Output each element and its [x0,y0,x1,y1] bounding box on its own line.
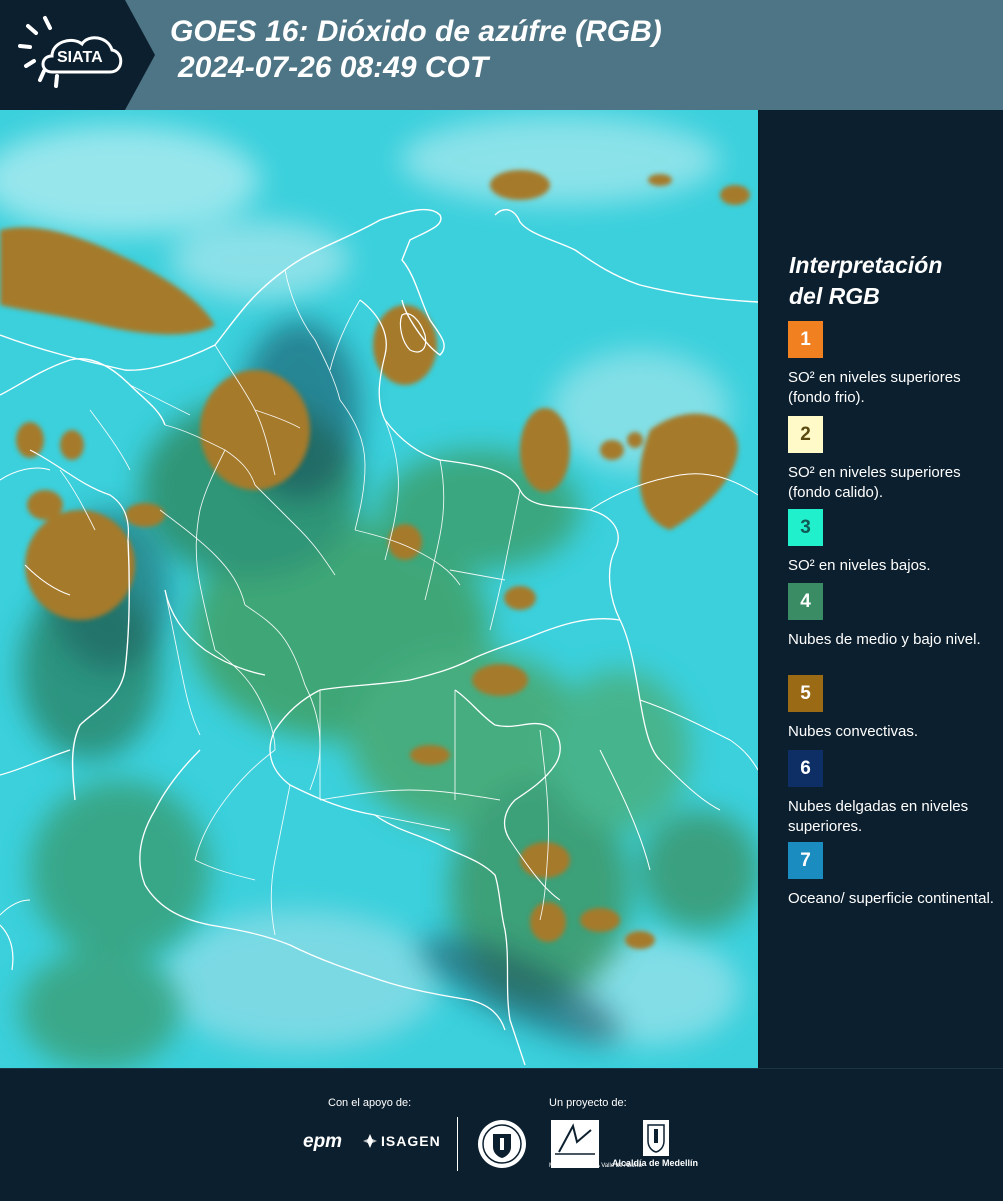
legend-swatch: 4 [788,583,823,620]
legend-label: Nubes convectivas. [788,723,919,740]
legend-swatch: 5 [788,675,823,712]
title-line2: 2024-07-26 08:49 COT [178,51,489,84]
legend-swatch: 3 [788,509,823,546]
legend-item-6: 6 Nubes delgadas en niveles superiores. [788,750,998,837]
legend-label: SO² en niveles superiores (fondo frio). [788,369,961,406]
title-line1: GOES 16: Dióxido de azúfre (RGB) [170,15,662,48]
legend-item-1: 1 SO² en niveles superiores (fondo frio)… [788,321,998,408]
legend-label: SO² en niveles bajos. [788,557,931,574]
legend-label: Nubes delgadas en niveles superiores. [788,798,969,835]
footer: Con el apoyo de: epm ISAGEN Un proyecto … [0,1068,1003,1201]
isagen-logo: ISAGEN [362,1133,441,1149]
isagen-text: ISAGEN [381,1133,441,1149]
legend-item-3: 3 SO² en niveles bajos. [788,509,998,576]
legend-label: SO² en niveles superiores (fondo calido)… [788,464,961,501]
epm-logo: epm [303,1131,343,1152]
support-label: Con el apoyo de: [328,1097,412,1109]
legend-label: Nubes de medio y bajo nivel. [788,631,981,648]
satellite-map [0,110,760,1068]
area-metropolitana-mark-icon [555,1123,595,1155]
legend-swatch: 2 [788,416,823,453]
legend-swatch: 6 [788,750,823,787]
footer-divider [457,1117,458,1171]
area-metropolitana-logo [551,1120,599,1168]
legend-item-5: 5 Nubes convectivas. [788,675,998,742]
legend-item-4: 4 Nubes de medio y bajo nivel. [788,583,998,650]
legend-item-2: 2 SO² en niveles superiores (fondo calid… [788,416,998,503]
alcaldia-shield-icon [643,1120,669,1156]
header-bar: SIATA GOES 16: Dióxido de azúfre (RGB) 2… [0,0,1003,110]
alcaldia-label: Alcaldía de Medellín [612,1158,699,1168]
project-label: Un proyecto de: [549,1097,627,1109]
medellin-seal-icon [478,1120,526,1168]
legend-title-line1: Interpretación [789,252,943,278]
legend-swatch: 7 [788,842,823,879]
page-title: GOES 16: Dióxido de azúfre (RGB) 2024-07… [170,14,662,86]
logo-text: SIATA [57,49,103,66]
isagen-mark-icon [363,1134,377,1148]
legend-label: Oceano/ superficie continental. [788,890,994,907]
legend-panel: Interpretación del RGB 1 SO² en niveles … [760,110,1003,1068]
satellite-image [0,110,758,1068]
siata-logo: SIATA [0,0,155,110]
legend-title: Interpretación del RGB [789,250,942,312]
legend-swatch: 1 [788,321,823,358]
legend-title-line2: del RGB [789,283,880,309]
legend-item-7: 7 Oceano/ superficie continental. [788,842,998,909]
logo-panel: SIATA [0,0,155,110]
